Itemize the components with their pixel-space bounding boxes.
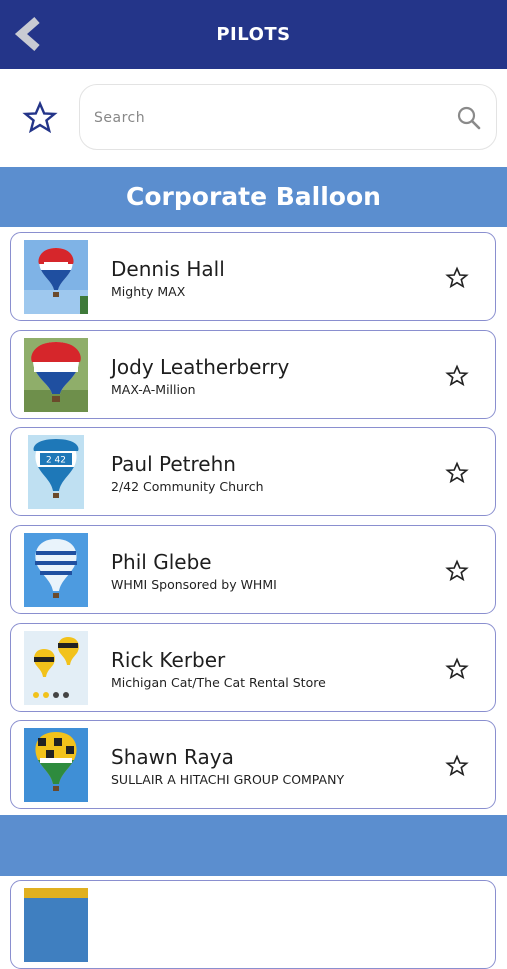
- balloon-thumbnail: [24, 240, 88, 314]
- star-outline-icon: [445, 461, 469, 484]
- balloon-thumbnail: [24, 338, 88, 412]
- pilot-name: Paul Petrehn: [111, 452, 236, 476]
- star-outline-icon: [445, 657, 469, 680]
- search-button[interactable]: [456, 105, 482, 131]
- pilot-card[interactable]: Phil Glebe WHMI Sponsored by WHMI: [10, 525, 496, 614]
- app-header: PILOTS: [0, 0, 507, 69]
- balloon-thumbnail: 2 42: [24, 435, 88, 509]
- balloon-name: 2/42 Community Church: [111, 479, 264, 494]
- pilot-card[interactable]: 2 42 Paul Petrehn 2/42 Community Church: [10, 427, 496, 516]
- svg-text:2 42: 2 42: [46, 456, 66, 466]
- search-icon: [457, 106, 481, 130]
- pilot-card[interactable]: Jody Leatherberry MAX-A-Million: [10, 330, 496, 419]
- pilot-card[interactable]: [10, 880, 496, 969]
- balloon-name: Mighty MAX: [111, 284, 186, 299]
- balloon-thumbnail: [24, 728, 88, 802]
- pilot-name: Shawn Raya: [111, 745, 234, 769]
- pilot-card[interactable]: Dennis Hall Mighty MAX: [10, 232, 496, 321]
- section-header: [0, 815, 507, 876]
- favorite-button[interactable]: [445, 364, 469, 388]
- balloon-name: SULLAIR A HITACHI GROUP COMPANY: [111, 772, 345, 787]
- balloon-name: Michigan Cat/The Cat Rental Store: [111, 675, 326, 690]
- balloon-thumbnail: [24, 631, 88, 705]
- favorite-button[interactable]: [445, 559, 469, 583]
- balloon-name: WHMI Sponsored by WHMI: [111, 577, 277, 592]
- star-outline-icon: [445, 266, 469, 289]
- pilot-name: Phil Glebe: [111, 550, 212, 574]
- pilot-name: Dennis Hall: [111, 257, 225, 281]
- star-outline-icon: [22, 100, 58, 134]
- search-input[interactable]: [92, 103, 436, 133]
- balloon-thumbnail: [24, 533, 88, 607]
- page-title: PILOTS: [216, 24, 291, 45]
- section-header: Corporate Balloon: [0, 167, 507, 227]
- favorite-button[interactable]: [445, 657, 469, 681]
- balloon-name: MAX-A-Million: [111, 382, 196, 397]
- pilot-name: Rick Kerber: [111, 648, 226, 672]
- pilot-card[interactable]: Shawn Raya SULLAIR A HITACHI GROUP COMPA…: [10, 720, 496, 809]
- balloon-thumbnail: [24, 888, 88, 962]
- pilot-name: Jody Leatherberry: [111, 355, 290, 379]
- pilot-card[interactable]: Rick Kerber Michigan Cat/The Cat Rental …: [10, 623, 496, 712]
- favorites-filter-button[interactable]: [22, 100, 58, 136]
- star-outline-icon: [445, 754, 469, 777]
- star-outline-icon: [445, 559, 469, 582]
- search-box: [79, 84, 497, 150]
- favorite-button[interactable]: [445, 266, 469, 290]
- favorite-button[interactable]: [445, 754, 469, 778]
- favorite-button[interactable]: [445, 461, 469, 485]
- star-outline-icon: [445, 364, 469, 387]
